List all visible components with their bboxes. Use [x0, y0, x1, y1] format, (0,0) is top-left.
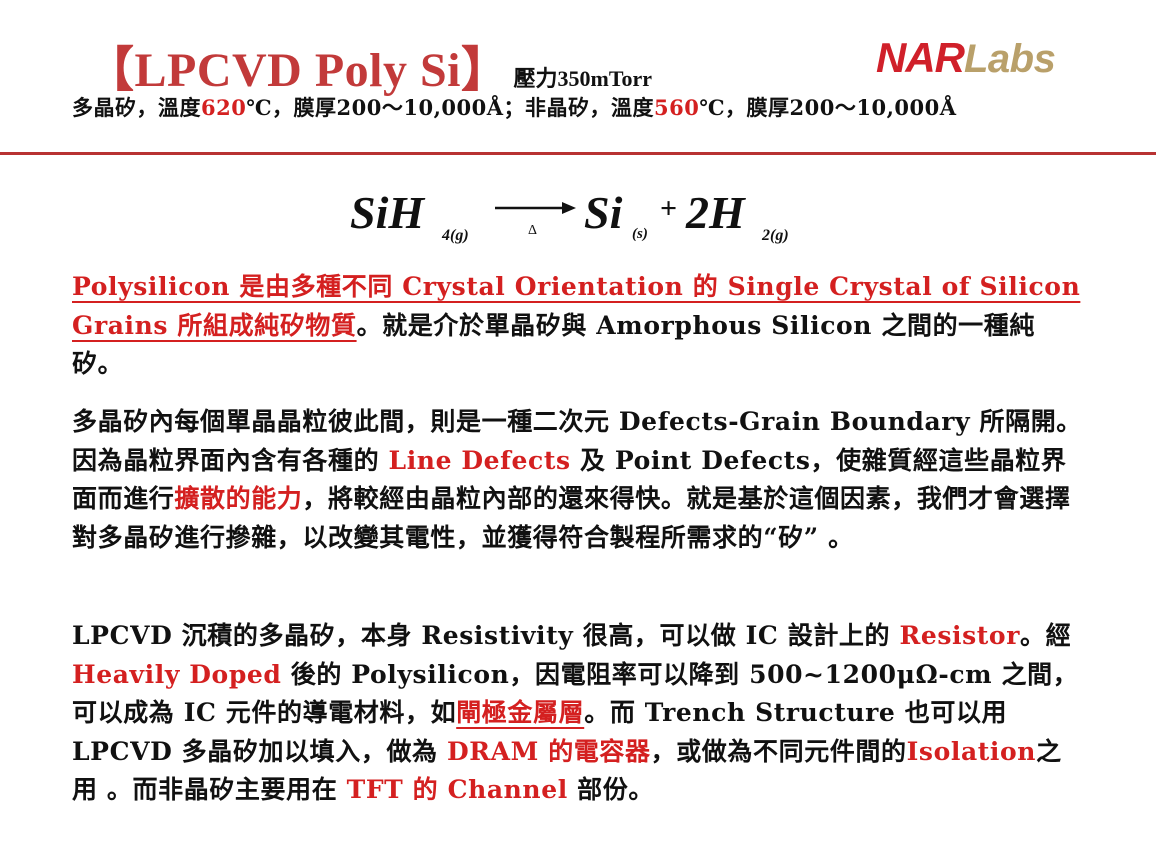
title-text: 【LPCVD Poly Si】: [86, 44, 510, 97]
product-h2: 2H: [685, 187, 746, 238]
conditions-text-3: ℃，膜厚200～10,000Å: [699, 95, 957, 120]
app-text-2: 。經: [1019, 621, 1072, 650]
header-divider: [0, 152, 1156, 155]
plus-sign: +: [660, 192, 677, 225]
dram-capacitor-highlight: DRAM 的電容器: [446, 736, 651, 766]
app-text-7: 部份。: [567, 775, 654, 804]
reaction-equation: SiH 4(g) Δ Si (s) + 2H 2(g): [350, 187, 789, 244]
conditions-text-2: ℃，膜厚200～10,000Å；非晶矽，溫度: [246, 95, 655, 120]
logo-nar: NAR: [876, 34, 965, 81]
product-h2-subscript: 2(g): [761, 227, 789, 244]
heavily-doped-highlight: Heavily Doped: [72, 659, 282, 689]
app-text-5: ，或做為不同元件間的: [650, 736, 907, 766]
logo-labs: Labs: [964, 37, 1056, 81]
product-si: Si: [584, 187, 623, 238]
paragraph-applications: LPCVD 沉積的多晶矽，本身 Resistivity 很高，可以做 IC 設計…: [72, 617, 1082, 810]
heat-symbol: Δ: [528, 223, 537, 238]
reactant: SiH: [350, 187, 425, 238]
tft-channel-highlight: TFT 的 Channel: [346, 775, 568, 804]
product-si-subscript: (s): [632, 226, 648, 242]
pressure-label: 壓力350mTorr: [513, 66, 653, 91]
app-text-1: LPCVD 沉積的多晶矽，本身 Resistivity 很高，可以做 IC 設計…: [72, 621, 900, 650]
reactant-subscript: 4(g): [441, 227, 469, 244]
line-defects-highlight: Line Defects: [388, 445, 571, 475]
narlabs-logo: NARLabs: [876, 34, 1056, 82]
reaction-arrow: [495, 202, 576, 214]
gate-metal-highlight: 閘極金屬層: [456, 698, 585, 727]
process-conditions: 多晶矽，溫度620℃，膜厚200～10,000Å；非晶矽，溫度560℃，膜厚20…: [72, 92, 957, 122]
paragraph-grain-boundary: 多晶矽內每個單晶晶粒彼此間，則是一種二次元 Defects-Grain Boun…: [72, 403, 1082, 557]
slide-title: 【LPCVD Poly Si】 壓力350mTorr: [86, 30, 652, 100]
paragraph-polysilicon-definition: Polysilicon 是由多種不同 Crystal Orientation 的…: [72, 268, 1082, 384]
isolation-highlight: Isolation: [906, 736, 1037, 766]
conditions-text-1: 多晶矽，溫度: [72, 95, 201, 120]
amorphous-temperature: 560: [654, 95, 700, 120]
resistor-highlight: Resistor: [899, 621, 1020, 650]
poly-temperature: 620: [201, 95, 247, 120]
diffusion-highlight: 擴散的能力: [174, 484, 303, 513]
